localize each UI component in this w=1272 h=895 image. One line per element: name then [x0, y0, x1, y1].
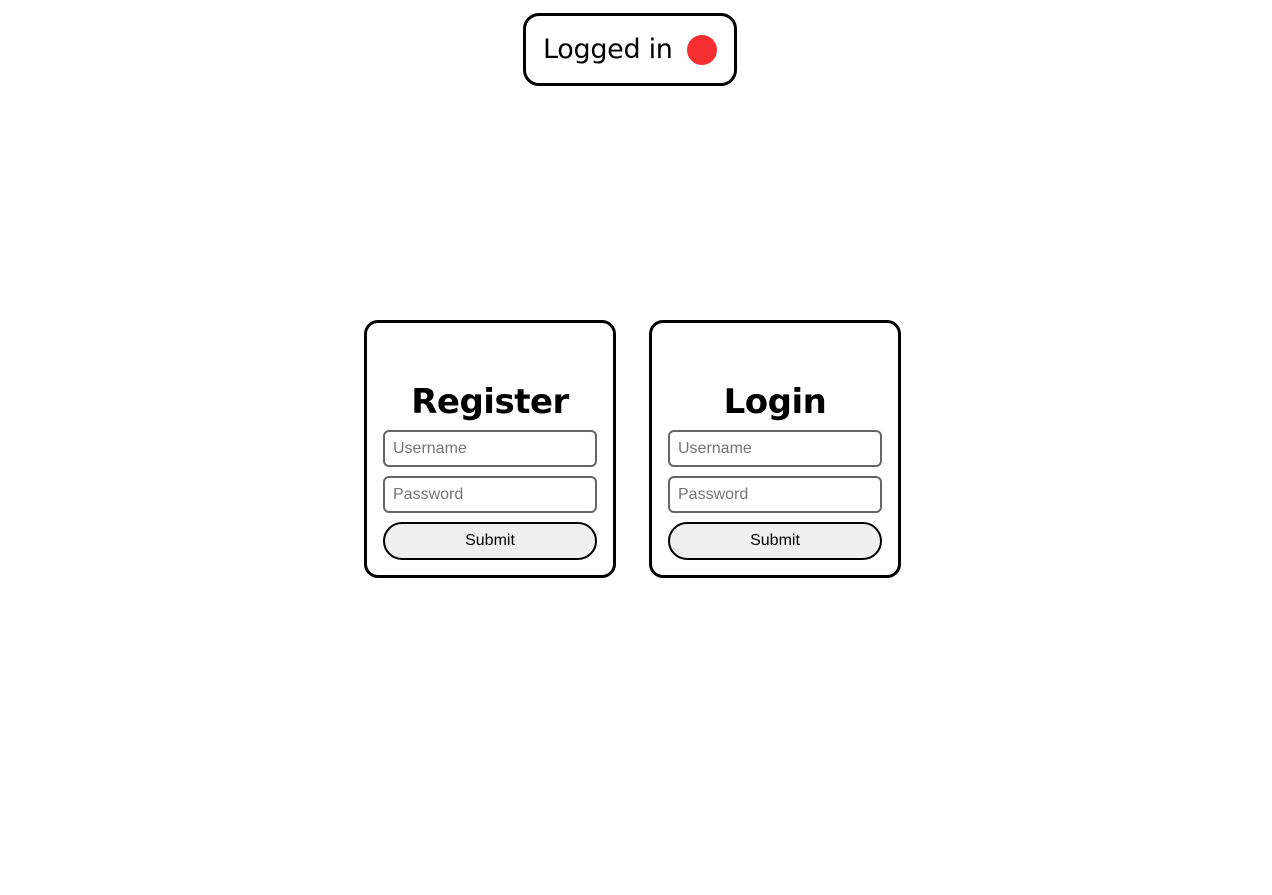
register-password-input[interactable]	[383, 476, 597, 513]
login-title: Login	[723, 382, 827, 422]
login-status-indicator: Logged in	[523, 13, 737, 86]
login-status-label: Logged in	[543, 34, 673, 65]
login-submit-button[interactable]: Submit	[668, 522, 882, 560]
register-submit-button[interactable]: Submit	[383, 522, 597, 560]
login-username-input[interactable]	[668, 430, 882, 467]
register-card: Register Submit	[364, 320, 616, 578]
login-password-input[interactable]	[668, 476, 882, 513]
register-username-input[interactable]	[383, 430, 597, 467]
login-card: Login Submit	[649, 320, 901, 578]
register-title: Register	[411, 382, 569, 422]
status-dot-icon	[686, 34, 717, 65]
